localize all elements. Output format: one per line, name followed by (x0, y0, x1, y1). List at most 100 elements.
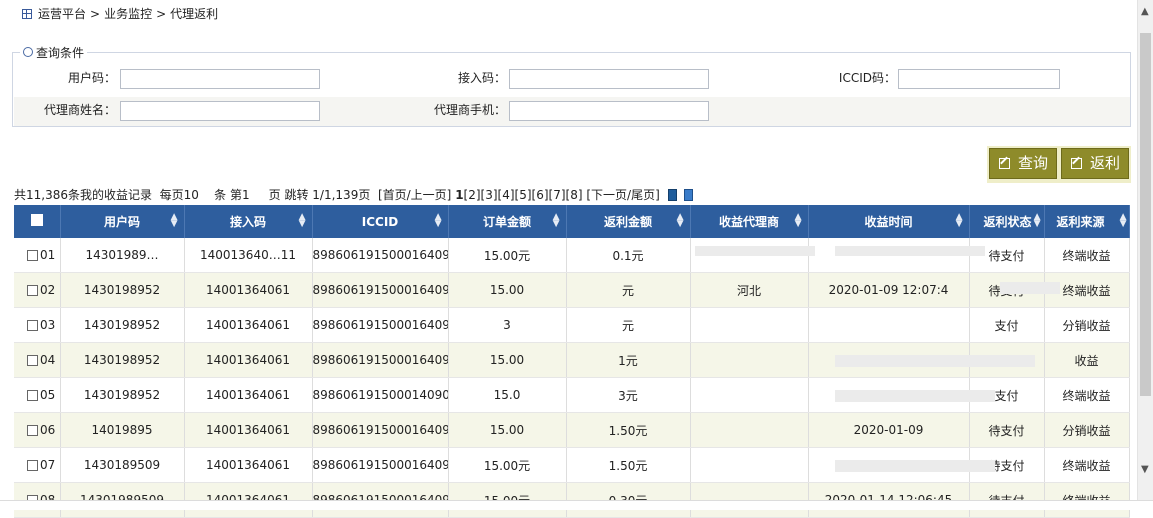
table-cell: 8986061915000164090 (312, 447, 449, 483)
scrollbar-thumb[interactable] (1140, 33, 1151, 396)
column-header[interactable]: 返利来源 ▲ ▼ (1044, 205, 1130, 238)
column-header[interactable]: 返利金额 ▲ ▼ (566, 205, 691, 238)
row-checkbox[interactable] (27, 425, 38, 436)
table-row[interactable]: 02 1430198952 14001364061 89860619150001640… (14, 272, 1130, 308)
vertical-scrollbar[interactable]: ▲ ▼ (1137, 0, 1153, 500)
sort-icon[interactable]: ▲ ▼ (677, 213, 684, 229)
table-cell: 1430198952 (60, 307, 185, 343)
table-cell: 14001364061 (184, 447, 313, 483)
sort-icon[interactable]: ▲ ▼ (171, 213, 178, 229)
table-cell: 8986061915000164090 (312, 307, 449, 343)
row-select-cell: 02 (14, 272, 61, 308)
row-number: 02 (40, 283, 56, 297)
query-button[interactable]: 查询 (989, 148, 1057, 179)
sort-icon[interactable]: ▲ ▼ (1034, 213, 1041, 229)
row-select-cell: 05 (14, 377, 61, 413)
row-checkbox[interactable] (27, 390, 38, 401)
scroll-down-icon[interactable]: ▼ (1141, 464, 1149, 475)
table-cell: 8986061915000164090 (312, 238, 449, 273)
table-cell: 8986061915000164090 (312, 342, 449, 378)
table-cell: 1430189509 (60, 447, 185, 483)
table-cell: 15.00元 (448, 238, 567, 273)
breadcrumb-item[interactable]: 运营平台 (38, 7, 86, 21)
table-row[interactable]: 06 14019895 14001364061 8986061915000164090… (14, 412, 1130, 448)
pager-next-last[interactable]: [下一页/尾页] (583, 188, 659, 202)
rebate-button[interactable]: 返利 (1061, 148, 1129, 179)
table-cell: 14001364061 (184, 272, 313, 308)
table-row[interactable]: 03 1430198952 14001364061 89860619150001640… (14, 307, 1130, 343)
sort-icon[interactable]: ▲ ▼ (553, 213, 560, 229)
row-select-cell: 03 (14, 307, 61, 343)
table-cell (690, 342, 809, 378)
table-cell: 1430198952 (60, 342, 185, 378)
pager-page-links[interactable]: [2][3][4][5][6][7][8] (464, 188, 583, 202)
row-checkbox[interactable] (27, 250, 38, 261)
column-header[interactable]: 收益代理商 ▲ ▼ (690, 205, 809, 238)
table-cell: 分销收益 (1044, 412, 1130, 448)
query-button-label: 查询 (1018, 154, 1049, 172)
table-cell: 2020-01-09 (808, 412, 970, 448)
row-select-cell: 04 (14, 342, 61, 378)
access-code-input[interactable] (509, 69, 709, 89)
column-header[interactable]: 返利状态 ▲ ▼ (969, 205, 1045, 238)
column-header[interactable]: 接入码 ▲ ▼ (184, 205, 313, 238)
row-checkbox[interactable] (27, 355, 38, 366)
pdf-export-icon[interactable] (684, 189, 694, 201)
row-checkbox[interactable] (27, 320, 38, 331)
table-cell: 15.00 (448, 272, 567, 308)
agent-phone-label: 代理商手机： (433, 103, 506, 117)
column-header[interactable]: 收益时间 ▲ ▼ (808, 205, 970, 238)
table-cell: 15.00 (448, 412, 567, 448)
column-header[interactable]: 用户码 ▲ ▼ (60, 205, 185, 238)
row-checkbox[interactable] (27, 460, 38, 471)
table-cell (690, 412, 809, 448)
table-cell: 终端收益 (1044, 377, 1130, 413)
table-cell: 8986061915000164090 (312, 272, 449, 308)
excel-export-icon[interactable] (667, 189, 677, 201)
sort-icon[interactable]: ▲ ▼ (435, 213, 442, 229)
rebate-button-label: 返利 (1090, 154, 1121, 172)
sort-icon[interactable]: ▲ ▼ (795, 213, 802, 229)
edit-icon (1071, 158, 1082, 169)
scroll-up-icon[interactable]: ▲ (1141, 6, 1149, 17)
table-header-row: 用户码 ▲ ▼ 接入码 ▲ ▼ ICCID ▲ ▼ 订单金额 ▲ ▼ 返利金额 ▲ ▼ 收益代理商 ▲… (14, 205, 1130, 238)
table-cell: 1元 (566, 342, 691, 378)
pager: 共11,386条我的收益记录 每页10 条 第1 页 跳转 1/1,139页 [… (14, 187, 694, 203)
table-cell: 收益 (1044, 342, 1130, 378)
table-cell: 140013640…11 (184, 238, 313, 273)
table-cell: 14019895 (60, 412, 185, 448)
row-number: 06 (40, 423, 56, 437)
edit-icon (999, 158, 1010, 169)
table-cell: 1430198952 (60, 272, 185, 308)
table-cell: 分销收益 (1044, 307, 1130, 343)
user-code-input[interactable] (120, 69, 320, 89)
table-cell (690, 447, 809, 483)
table-cell: 河北 (690, 272, 809, 308)
select-all-checkbox[interactable] (30, 214, 43, 226)
sort-icon[interactable]: ▲ ▼ (1120, 213, 1127, 229)
agent-name-input[interactable] (120, 101, 320, 121)
row-select-cell: 07 (14, 447, 61, 483)
table-cell: 8986061915000140900 (312, 377, 449, 413)
table-cell: 元 (566, 307, 691, 343)
row-number: 03 (40, 318, 56, 332)
table-cell (690, 377, 809, 413)
row-checkbox[interactable] (27, 285, 38, 296)
sort-icon[interactable]: ▲ ▼ (956, 213, 963, 229)
column-header[interactable]: ICCID ▲ ▼ (312, 205, 449, 238)
row-number: 05 (40, 388, 56, 402)
table-cell: 14001364061 (184, 377, 313, 413)
blurred-region (835, 460, 995, 472)
table-cell: 3元 (566, 377, 691, 413)
row-number: 01 (40, 248, 56, 262)
breadcrumb: 运营平台 > 业务监控 > 代理返利 (22, 5, 218, 23)
blurred-region (995, 355, 1035, 367)
table-cell: 14001364061 (184, 412, 313, 448)
agent-phone-input[interactable] (509, 101, 709, 121)
iccid-input[interactable] (898, 69, 1060, 89)
sort-icon[interactable]: ▲ ▼ (299, 213, 306, 229)
breadcrumb-item[interactable]: 业务监控 (104, 7, 152, 21)
column-header[interactable]: 订单金额 ▲ ▼ (448, 205, 567, 238)
row-number: 07 (40, 458, 56, 472)
agent-name-label: 代理商姓名： (43, 103, 116, 117)
